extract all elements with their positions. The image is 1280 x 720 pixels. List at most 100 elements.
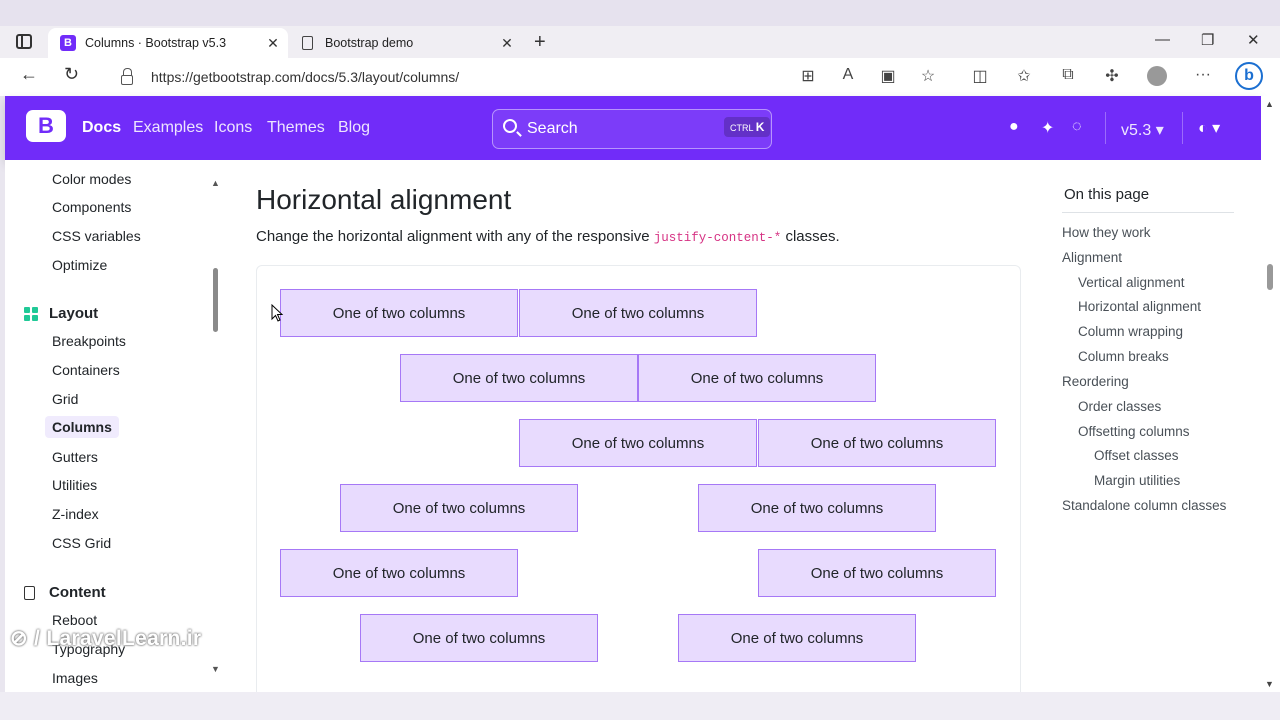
document-icon (302, 36, 313, 50)
read-aloud-icon[interactable]: A (837, 66, 859, 84)
sidebar-scrollbar[interactable] (213, 268, 218, 332)
tab-bootstrap-demo[interactable]: Bootstrap demo ✕ (292, 28, 522, 58)
nav-icons[interactable]: Icons (214, 119, 252, 137)
scroll-down-icon[interactable]: ▼ (211, 664, 220, 674)
column-box: One of two columns (519, 289, 757, 337)
theme-toggle-icon[interactable]: ◐ ▾ (1198, 118, 1220, 138)
sidebar-item-utilities[interactable]: Utilities (52, 477, 97, 493)
nav-themes[interactable]: Themes (267, 119, 325, 137)
on-this-page-toc: On this page How they work Alignment Ver… (1062, 160, 1261, 692)
bootstrap-navbar: B Docs Examples Icons Themes Blog Search… (5, 96, 1261, 160)
opencollective-icon[interactable]: ◌ (1072, 118, 1082, 136)
close-icon[interactable]: ✕ (498, 35, 516, 52)
docs-sidebar: ▲ ▼ Color modes Components CSS variables… (5, 160, 230, 692)
mouse-cursor-icon (271, 304, 284, 322)
sidebar-item-images[interactable]: Images (52, 670, 98, 686)
scrollbar-thumb[interactable] (1267, 264, 1273, 290)
column-box: One of two columns (698, 484, 936, 532)
close-icon[interactable]: ✕ (264, 35, 282, 52)
search-input[interactable]: Search CTRL K (492, 109, 772, 149)
collections-icon[interactable]: ⧉ (1057, 66, 1079, 84)
toc-link[interactable]: Column breaks (1078, 349, 1169, 364)
refresh-icon[interactable]: ↻ (64, 64, 79, 85)
grid-icon (24, 306, 38, 321)
tab-title: Bootstrap demo (325, 36, 414, 50)
column-box: One of two columns (360, 614, 598, 662)
extensions-icon[interactable]: ✣ (1101, 66, 1123, 86)
favorites-icon[interactable]: ✩ (1013, 66, 1035, 86)
toc-link[interactable]: Horizontal alignment (1078, 299, 1201, 314)
bootstrap-favicon-icon: B (60, 35, 76, 51)
sidebar-heading-layout[interactable]: Layout (24, 305, 98, 322)
inline-code: justify-content-* (653, 231, 782, 245)
tab-title: Columns · Bootstrap v5.3 (85, 36, 227, 50)
toc-link[interactable]: Offsetting columns (1078, 424, 1190, 439)
lock-icon (121, 68, 133, 85)
new-tab-icon[interactable]: + (534, 31, 546, 54)
url-text: https://getbootstrap.com/docs/5.3/layout… (151, 69, 460, 85)
close-window-icon[interactable]: ✕ (1247, 31, 1260, 49)
sidebar-item-containers[interactable]: Containers (52, 362, 120, 378)
search-icon (503, 119, 517, 133)
sidebar-item-gutters[interactable]: Gutters (52, 449, 98, 465)
toc-link[interactable]: Margin utilities (1094, 473, 1180, 488)
divider (1062, 212, 1234, 213)
column-box: One of two columns (280, 549, 518, 597)
scroll-up-icon[interactable]: ▲ (211, 178, 220, 188)
toc-link[interactable]: Order classes (1078, 399, 1161, 414)
scroll-down-icon[interactable]: ▼ (1265, 679, 1274, 689)
toc-link[interactable]: Alignment (1062, 250, 1122, 265)
window-bottom-band (0, 692, 1280, 720)
tab-actions-icon[interactable] (16, 34, 32, 49)
bootstrap-logo[interactable]: B (26, 110, 66, 142)
sidebar-item-color-modes[interactable]: Color modes (52, 171, 131, 187)
sidebar-heading-content[interactable]: Content (24, 584, 106, 601)
divider (1105, 112, 1106, 144)
nav-examples[interactable]: Examples (133, 119, 203, 137)
page-scrollbar[interactable]: ▲ ▼ (1261, 96, 1280, 692)
sidebar-item-breakpoints[interactable]: Breakpoints (52, 333, 126, 349)
tab-columns[interactable]: B Columns · Bootstrap v5.3 ✕ (48, 28, 288, 58)
version-label: v5.3 (1121, 122, 1152, 139)
toc-link[interactable]: Column wrapping (1078, 324, 1183, 339)
more-icon[interactable]: ··· (1192, 66, 1214, 84)
sidebar-item-grid[interactable]: Grid (52, 391, 78, 407)
favorite-star-icon[interactable]: ☆ (917, 66, 939, 86)
back-icon[interactable]: ← (20, 64, 38, 85)
example-preview: One of two columns One of two columns On… (256, 265, 1021, 692)
shortcut-key: K (755, 120, 765, 134)
immersive-reader-icon[interactable]: ▣ (877, 66, 899, 86)
url-field[interactable]: https://getbootstrap.com/docs/5.3/layout… (103, 62, 948, 92)
sidebar-item-optimize[interactable]: Optimize (52, 257, 107, 273)
twitter-icon[interactable]: ✦ (1041, 118, 1054, 138)
section-description: Change the horizontal alignment with any… (256, 228, 840, 245)
sidebar-item-z-index[interactable]: Z-index (52, 506, 99, 522)
nav-blog[interactable]: Blog (338, 119, 370, 137)
restore-icon[interactable]: ❐ (1201, 31, 1214, 49)
minimize-icon[interactable]: — (1155, 31, 1170, 48)
toc-link[interactable]: Reordering (1062, 374, 1129, 389)
nav-docs[interactable]: Docs (82, 119, 121, 137)
scroll-up-icon[interactable]: ▲ (1265, 99, 1274, 109)
shortcut-mod: CTRL (730, 123, 754, 133)
sidebar-item-css-grid[interactable]: CSS Grid (52, 535, 111, 551)
bing-icon[interactable]: b (1235, 62, 1263, 90)
toc-link[interactable]: Standalone column classes (1062, 498, 1226, 513)
profile-avatar[interactable] (1147, 66, 1167, 86)
column-box: One of two columns (400, 354, 638, 402)
page-content: ▲ ▼ Color modes Components CSS variables… (5, 160, 1261, 692)
version-dropdown[interactable]: v5.3 ▾ (1121, 120, 1164, 140)
sidebar-item-css-variables[interactable]: CSS variables (52, 228, 141, 244)
column-box: One of two columns (519, 419, 757, 467)
github-icon[interactable]: ● (1009, 118, 1019, 136)
toc-link[interactable]: Offset classes (1094, 448, 1179, 463)
toc-link[interactable]: How they work (1062, 225, 1151, 240)
toc-link[interactable]: Vertical alignment (1078, 275, 1185, 290)
apps-icon[interactable]: ⊞ (797, 66, 819, 86)
sidebar-item-components[interactable]: Components (52, 199, 131, 215)
sidebar-item-columns[interactable]: Columns (45, 416, 119, 438)
column-box: One of two columns (758, 549, 996, 597)
split-screen-icon[interactable]: ◫ (969, 66, 991, 86)
window-top-band (0, 0, 1280, 26)
lead-text: Change the horizontal alignment with any… (256, 228, 654, 245)
